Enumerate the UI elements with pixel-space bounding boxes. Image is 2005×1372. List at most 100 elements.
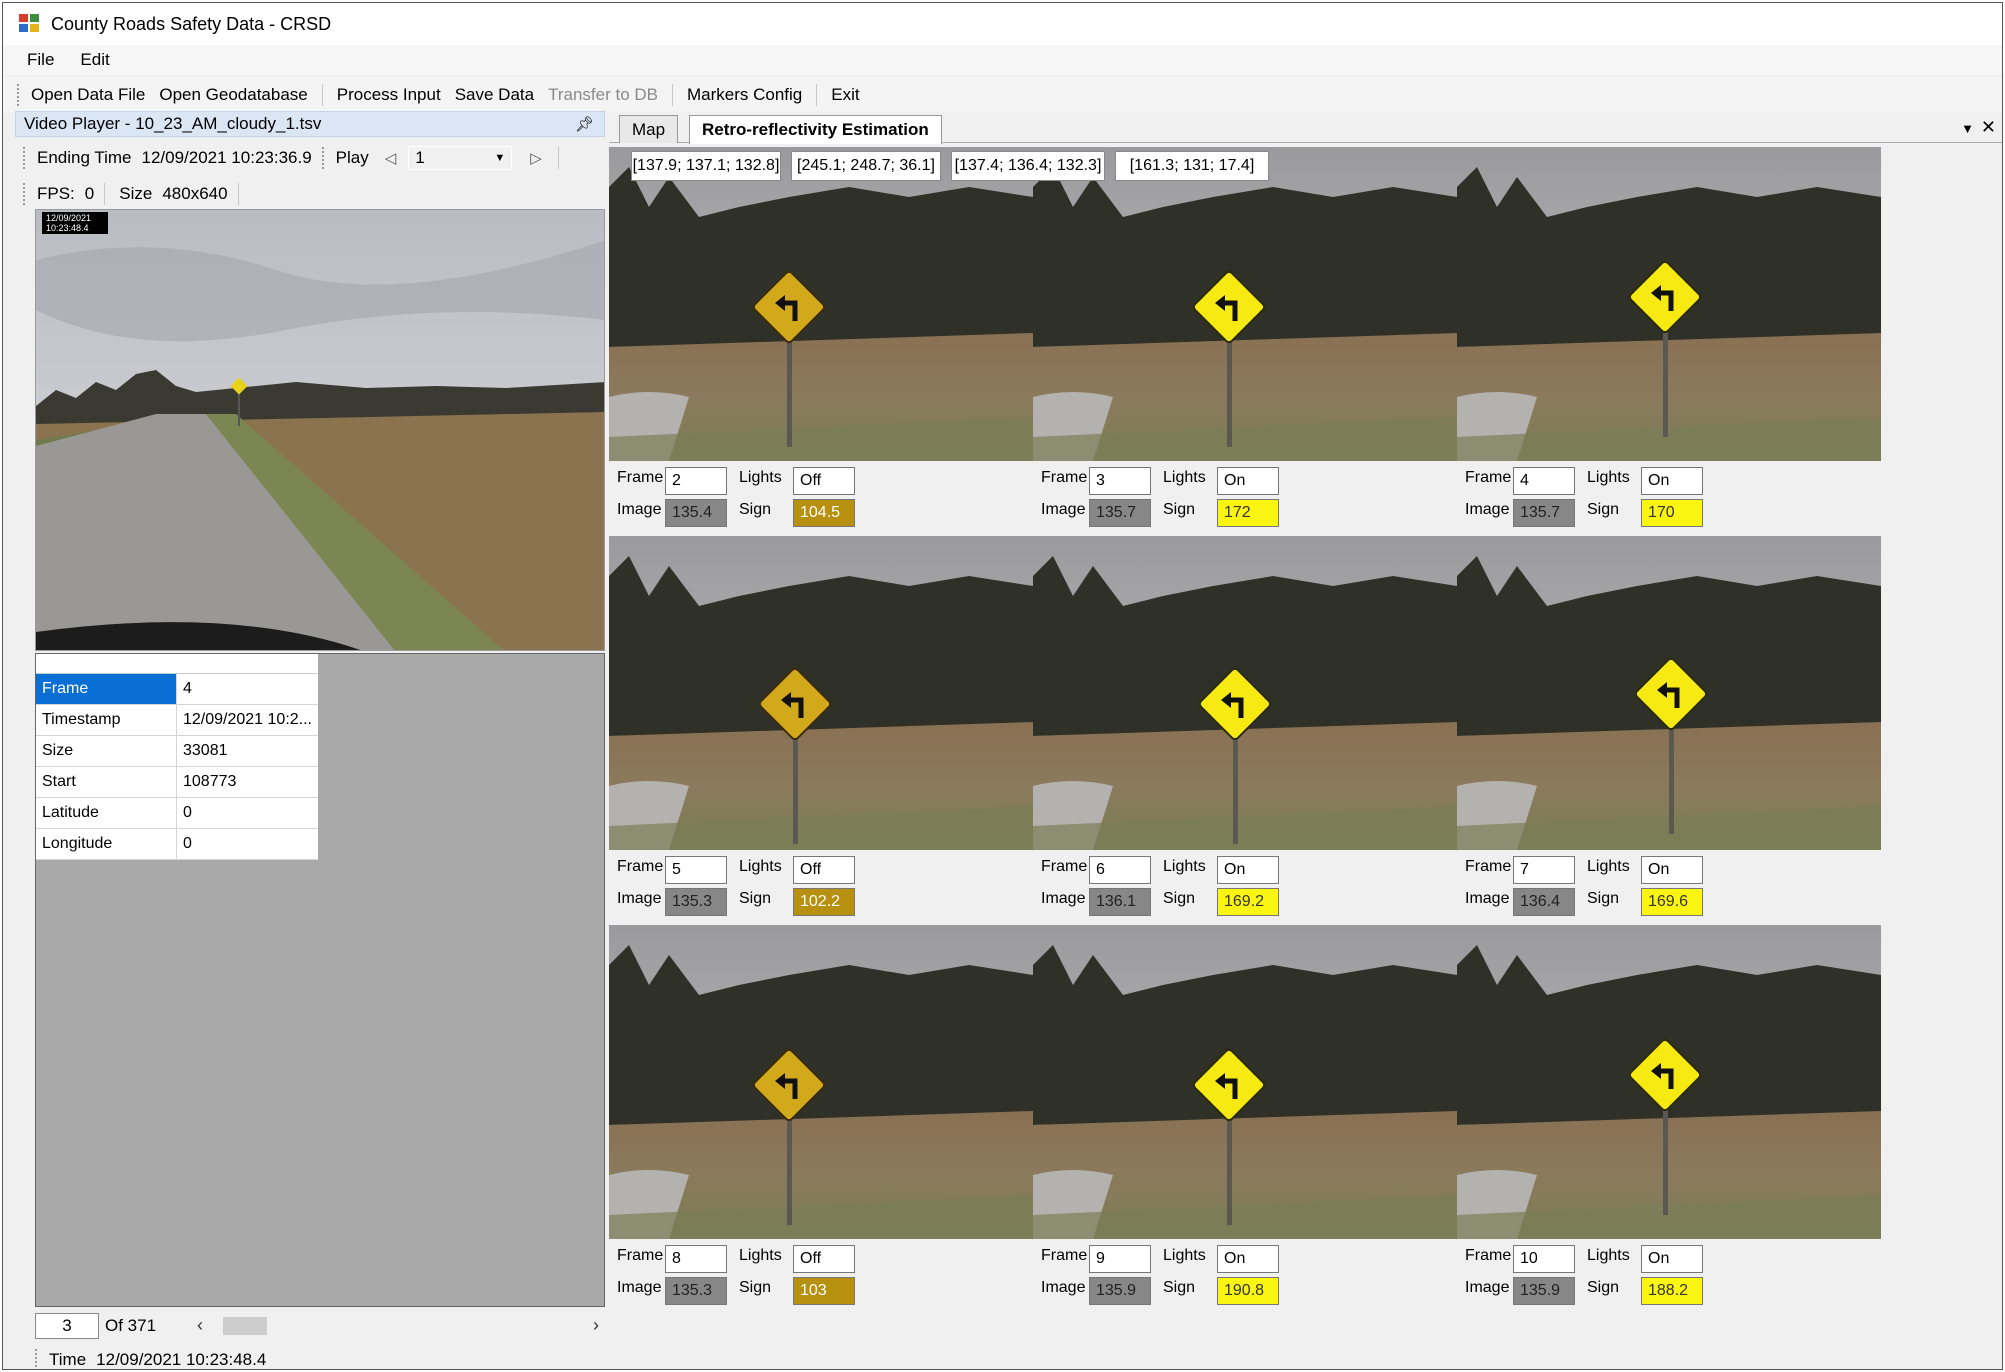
video-player-header: Video Player - 10_23_AM_cloudy_1.tsv 📌︎ — [15, 111, 605, 137]
play-button[interactable]: Play — [336, 148, 369, 168]
scroll-thumb[interactable] — [223, 1317, 267, 1335]
property-value: 33081 — [183, 742, 228, 759]
image-label: Image — [617, 890, 662, 907]
lights-label: Lights — [1587, 469, 1630, 486]
fps-label: FPS: — [37, 184, 75, 203]
property-row[interactable]: Timestamp 12/09/2021 10:2... — [36, 705, 318, 736]
step-forward-icon[interactable]: ▷ — [530, 149, 542, 167]
video-timestamp-overlay: 12/09/2021 10:23:48.4 — [42, 212, 108, 234]
frame-label: Frame — [617, 469, 664, 486]
frame-info-panel: Frame 5 Lights Off Image 135.3 Sign 102.2 — [617, 854, 1041, 924]
image-value: 135.9 — [1089, 1277, 1151, 1305]
property-row[interactable]: Longitude 0 — [36, 829, 318, 860]
property-row[interactable]: Frame 4 — [36, 674, 318, 705]
frame-info-panel: Frame 4 Lights On Image 135.7 Sign 170 — [1465, 465, 1889, 535]
chevron-down-icon: ▼ — [494, 152, 506, 164]
close-icon[interactable]: ✕ — [1981, 117, 1996, 138]
image-value: 136.4 — [1513, 888, 1575, 916]
sign-label: Sign — [1163, 890, 1196, 907]
step-back-icon[interactable]: ◁ — [385, 149, 397, 167]
image-value: 135.3 — [665, 1277, 727, 1305]
property-value: 4 — [183, 680, 192, 697]
frame-value: 7 — [1513, 856, 1575, 884]
speed-select[interactable]: 1 ▼ — [408, 146, 513, 170]
title-bar: County Roads Safety Data - CRSD — [3, 3, 2002, 45]
frame-label: Frame — [1465, 858, 1512, 875]
toolbar-separator — [816, 84, 818, 106]
sign-frame-image — [609, 925, 1033, 1239]
sign-frame-image — [1033, 536, 1457, 850]
lights-value: Off — [793, 856, 855, 884]
scroll-left-icon[interactable]: ‹ — [197, 1315, 203, 1336]
lights-value: On — [1641, 1245, 1703, 1273]
lights-label: Lights — [739, 1247, 782, 1264]
exit-button[interactable]: Exit — [831, 85, 859, 105]
toolbar-grip[interactable] — [321, 147, 326, 169]
size-value: 480x640 — [162, 184, 228, 203]
tab-strip: Map Retro-reflectivity Estimation ▼ ✕ — [609, 113, 2002, 144]
properties-grid: Frame 4 Timestamp 12/09/2021 10:2... Size 330… — [36, 654, 318, 860]
open-geodatabase-button[interactable]: Open Geodatabase — [159, 85, 307, 105]
tab-retro-reflectivity[interactable]: Retro-reflectivity Estimation — [689, 115, 942, 144]
ending-time-label: Ending Time — [37, 148, 132, 167]
time-value: 12/09/2021 10:23:48.4 — [96, 1350, 267, 1369]
frame-info-panel: Frame 6 Lights On Image 136.1 Sign 169.2 — [1041, 854, 1465, 924]
properties-header — [36, 654, 318, 674]
frame-label: Frame — [617, 858, 664, 875]
menu-edit[interactable]: Edit — [80, 50, 109, 70]
lights-label: Lights — [1163, 858, 1206, 875]
toolbar-grip[interactable] — [23, 183, 27, 205]
toolbar-grip[interactable] — [23, 147, 27, 169]
sign-frame-image — [1033, 925, 1457, 1239]
toolbar-grip[interactable] — [17, 84, 21, 106]
property-row[interactable]: Latitude 0 — [36, 798, 318, 829]
toolbar-separator — [104, 183, 106, 205]
markers-config-button[interactable]: Markers Config — [687, 85, 802, 105]
rgb-box: [161.3; 131; 17.4] — [1115, 151, 1269, 181]
dropdown-icon[interactable]: ▼ — [1961, 121, 1974, 136]
tab-map[interactable]: Map — [619, 115, 679, 143]
frame-scrollbar[interactable]: ‹ › — [195, 1315, 605, 1337]
property-row[interactable]: Start 108773 — [36, 767, 318, 798]
lights-label: Lights — [1587, 858, 1630, 875]
property-value: 0 — [183, 835, 192, 852]
frame-number-input[interactable]: 3 — [35, 1313, 99, 1339]
sign-frame-image — [1033, 147, 1457, 461]
sign-value: 188.2 — [1641, 1277, 1703, 1305]
sign-label: Sign — [1587, 890, 1620, 907]
sign-value: 169.6 — [1641, 888, 1703, 916]
frame-value: 6 — [1089, 856, 1151, 884]
open-data-file-button[interactable]: Open Data File — [31, 85, 145, 105]
lights-label: Lights — [1163, 469, 1206, 486]
size-label: Size — [119, 184, 153, 203]
transfer-to-db-button[interactable]: Transfer to DB — [548, 85, 658, 105]
frame-value: 4 — [1513, 467, 1575, 495]
menu-file[interactable]: File — [27, 50, 54, 70]
toolbar-separator — [557, 147, 559, 169]
frame-info-panel: Frame 2 Lights Off Image 135.4 Sign 104.5 — [617, 465, 1041, 535]
toolbar-grip[interactable] — [35, 1349, 39, 1369]
process-input-button[interactable]: Process Input — [337, 85, 441, 105]
pin-icon[interactable]: 📌︎ — [575, 115, 594, 133]
app-icon — [19, 14, 41, 34]
sign-label: Sign — [739, 1279, 772, 1296]
sign-frame-image — [1457, 147, 1881, 461]
property-key: Start — [36, 767, 177, 797]
save-data-button[interactable]: Save Data — [455, 85, 534, 105]
main-toolbar: Open Data File Open Geodatabase Process … — [3, 77, 2002, 113]
video-player-title: Video Player - 10_23_AM_cloudy_1.tsv — [24, 114, 322, 133]
image-label: Image — [617, 1279, 662, 1296]
toolbar-separator — [321, 84, 323, 106]
app-window: County Roads Safety Data - CRSD File Edi… — [2, 2, 2003, 1370]
frame-pager: 3 Of 371 ‹ › — [35, 1311, 605, 1341]
scroll-right-icon[interactable]: › — [593, 1315, 599, 1336]
tab-map-label: Map — [632, 119, 666, 139]
image-label: Image — [1465, 890, 1510, 907]
sign-label: Sign — [739, 501, 772, 518]
property-row[interactable]: Size 33081 — [36, 736, 318, 767]
frame-value: 2 — [665, 467, 727, 495]
lights-value: On — [1641, 467, 1703, 495]
image-label: Image — [1041, 1279, 1086, 1296]
property-value: 12/09/2021 10:2... — [183, 711, 312, 728]
video-frame[interactable]: 12/09/2021 10:23:48.4 — [35, 209, 605, 651]
